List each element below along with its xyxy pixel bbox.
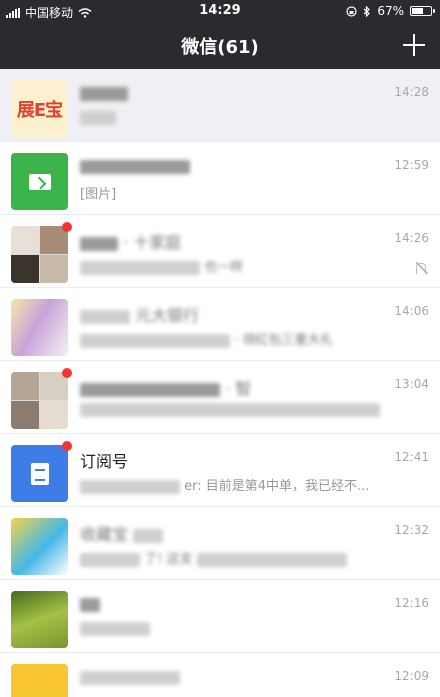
avatar (11, 372, 68, 429)
mute-icon (414, 261, 428, 275)
avatar (11, 299, 68, 356)
nav-bar: 微信(61) (0, 22, 440, 69)
avatar (11, 153, 68, 210)
chat-preview: · 领红包三重大礼 (80, 329, 333, 348)
page-title: 微信(61) (181, 37, 259, 58)
unread-badge (62, 441, 72, 451)
chat-row[interactable]: 收藏宝 了! 这支 12:32 (0, 507, 440, 580)
chat-time: 14:06 (394, 304, 429, 318)
chat-name (80, 594, 100, 613)
subscription-icon (30, 462, 49, 485)
add-button[interactable] (400, 31, 428, 59)
chat-row[interactable]: 元大银行 · 领红包三重大礼 14:06 (0, 288, 440, 361)
chat-time: 12:32 (394, 523, 429, 537)
chat-list[interactable]: 展E宝 14:28 [图片] 12:59 · 十家庭 也一样 14:26 元大银… (0, 69, 440, 697)
avatar (11, 591, 68, 648)
avatar-logo-text: 展E宝 (16, 99, 63, 121)
chat-row[interactable]: 订阅号 er: 目前是第4中单，我已经不... 12:41 (0, 434, 440, 507)
chat-name (80, 667, 180, 686)
avatar (11, 445, 68, 502)
bluetooth-icon (363, 5, 371, 17)
unread-badge (62, 368, 72, 378)
chat-row[interactable]: 12:16 (0, 580, 440, 653)
chat-preview (80, 402, 380, 417)
avatar (11, 518, 68, 575)
chat-time: 12:16 (394, 596, 429, 610)
battery-percent: 67% (377, 4, 404, 18)
chat-row[interactable]: · 智 13:04 (0, 361, 440, 434)
chat-time: 12:59 (394, 158, 429, 172)
chat-name (80, 156, 190, 175)
chat-name: · 十家庭 (80, 229, 181, 253)
chat-preview: 了! 这支 (80, 548, 347, 567)
chat-time: 13:04 (394, 377, 429, 391)
chat-time: 14:26 (394, 231, 429, 245)
chat-preview: [图片] (80, 187, 117, 202)
chat-row[interactable]: [图片] 12:59 (0, 142, 440, 215)
chat-name: 元大银行 (80, 302, 199, 326)
file-transfer-icon (28, 173, 51, 190)
chat-row[interactable]: · 十家庭 也一样 14:26 (0, 215, 440, 288)
chat-preview (80, 621, 150, 636)
chat-row[interactable]: 12:09 (0, 653, 440, 697)
unread-badge (62, 222, 72, 232)
avatar (11, 664, 68, 697)
chat-name: · 智 (80, 375, 251, 399)
battery-icon (410, 6, 435, 16)
chat-name (80, 83, 128, 102)
chat-name: 订阅号 (80, 452, 129, 471)
chat-preview (80, 110, 116, 125)
chat-preview: er: 目前是第4中单，我已经不... (80, 475, 369, 494)
chat-name: 收藏宝 (80, 521, 164, 545)
status-bar: 中国移动 14:29 67% (0, 0, 440, 22)
avatar: 展E宝 (11, 80, 68, 137)
chat-row[interactable]: 展E宝 14:28 (0, 69, 440, 142)
chat-preview: 也一样 (80, 256, 243, 275)
chat-time: 12:41 (394, 450, 429, 464)
chat-time: 14:28 (394, 85, 429, 99)
rotation-lock-icon (346, 5, 357, 17)
chat-time: 12:09 (394, 669, 429, 683)
avatar (11, 226, 68, 283)
